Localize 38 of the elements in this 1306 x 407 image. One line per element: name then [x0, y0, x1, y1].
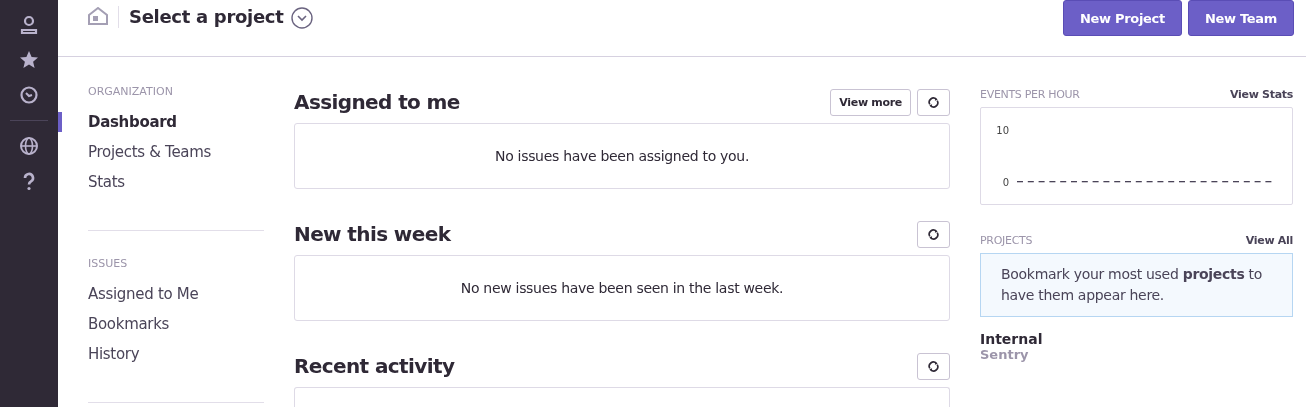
- user-icon[interactable]: [19, 15, 39, 35]
- team-name: Internal: [980, 331, 1044, 347]
- view-stats-link[interactable]: View Stats: [1230, 87, 1293, 101]
- empty-message: No issues have been assigned to you.: [494, 148, 750, 164]
- star-icon[interactable]: [19, 50, 39, 70]
- header-button[interactable]: New Project: [1062, 0, 1182, 36]
- events-heading: EVENTS PER HOUR: [980, 87, 1080, 101]
- nav-heading: ISSUES: [88, 257, 129, 270]
- clock-icon[interactable]: [19, 85, 39, 105]
- axis-label: 0: [1001, 176, 1009, 188]
- chevron-down-icon[interactable]: [291, 7, 314, 29]
- refresh-icon: [927, 95, 940, 109]
- project-selector[interactable]: Select a project: [129, 6, 284, 27]
- empty-message: No new issues have been seen in the last week.: [460, 280, 784, 296]
- nav-item[interactable]: Assigned to Me: [58, 284, 264, 304]
- header-button[interactable]: New Team: [1187, 0, 1294, 36]
- axis-label: 10: [995, 124, 1009, 136]
- refresh-icon: [927, 227, 940, 241]
- bookmark-notice: Bookmark your most used projects to have them appear here.: [980, 253, 1293, 317]
- nav-item[interactable]: Dashboard: [58, 112, 264, 132]
- nav-item[interactable]: Stats: [58, 172, 264, 192]
- nav-item[interactable]: Bookmarks: [58, 314, 264, 334]
- section-title: New this week: [294, 222, 451, 246]
- view-more-button[interactable]: View more: [830, 88, 911, 116]
- nav-item[interactable]: Projects & Teams: [58, 142, 264, 162]
- nav-heading: ORGANIZATION: [88, 85, 174, 98]
- refresh-button[interactable]: [917, 220, 950, 248]
- projects-heading: PROJECTS: [980, 233, 1033, 247]
- section-title: Recent activity: [294, 354, 455, 378]
- globe-icon[interactable]: [19, 136, 39, 156]
- refresh-icon: [927, 359, 940, 373]
- refresh-button[interactable]: [917, 88, 950, 116]
- home-icon[interactable]: [88, 7, 108, 25]
- org-name: Sentry: [980, 347, 1030, 362]
- nav-item[interactable]: History: [58, 344, 264, 364]
- view-all-link[interactable]: View All: [1245, 233, 1293, 247]
- refresh-button[interactable]: [917, 352, 950, 380]
- section-title: Assigned to me: [294, 90, 460, 114]
